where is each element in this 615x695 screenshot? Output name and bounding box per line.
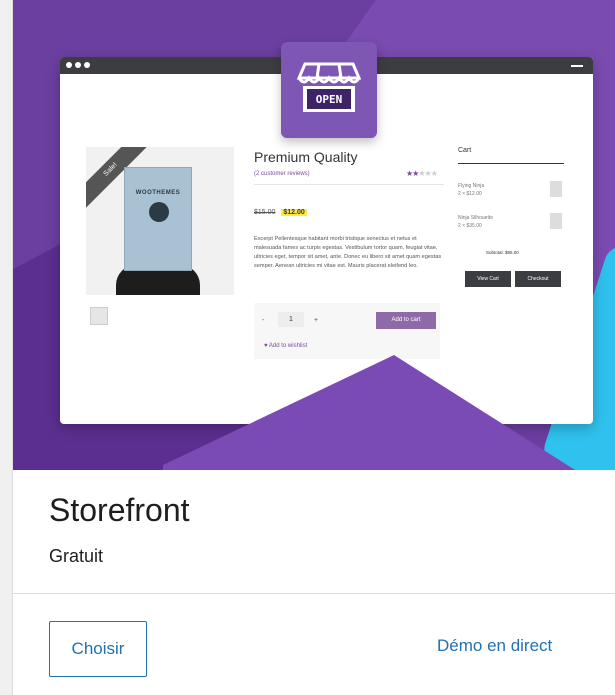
- old-price: $15.00: [254, 209, 276, 216]
- product-image: Sale! WOOTHEMES: [86, 147, 234, 295]
- sale-price: $12.00: [281, 209, 307, 216]
- product-title: Premium Quality: [254, 149, 358, 165]
- product-description: Excerpt Pellentesque habitant morbi tris…: [254, 236, 442, 269]
- choose-button[interactable]: Choisir: [49, 621, 147, 677]
- add-to-cart-form: - 1 + Add to cart ♥ Add to wishlist: [254, 303, 440, 359]
- divider: [458, 163, 564, 164]
- window-dot: [75, 62, 81, 68]
- window-dot: [66, 62, 72, 68]
- ninja-emblem-icon: [149, 202, 169, 222]
- add-to-cart-button: Add to cart: [376, 312, 436, 329]
- cart-subtotal: Subtotal: $95.00: [486, 250, 519, 255]
- minus-icon: -: [262, 317, 265, 324]
- star-rating-icon: ★★★★★: [406, 169, 438, 178]
- view-cart-button: View Cart: [465, 271, 511, 287]
- window-dot: [84, 62, 90, 68]
- cart-item-name: Flying Ninja: [458, 183, 485, 189]
- wishlist-label: Add to wishlist: [268, 343, 308, 349]
- cart-item-image: [550, 213, 562, 229]
- poster: WOOTHEMES: [124, 167, 192, 271]
- cart-item-image: [550, 181, 562, 197]
- cart-item-name: Ninja Silhouette: [458, 215, 494, 221]
- plus-icon: +: [314, 317, 319, 324]
- poster-text: WOOTHEMES: [135, 190, 181, 196]
- checkout-button: Checkout: [515, 271, 561, 287]
- open-shop-icon: OPEN: [281, 42, 377, 138]
- theme-name: Storefront: [49, 492, 190, 528]
- product-reviews-link: (2 customer reviews): [254, 171, 310, 177]
- cart-title: Cart: [458, 147, 472, 154]
- cart-item-qty: 2 × $35.00: [458, 223, 482, 229]
- product-price: $15.00 $12.00: [254, 209, 307, 216]
- divider: [254, 184, 444, 185]
- window-minimize-icon: [571, 65, 583, 67]
- theme-screenshot[interactable]: Sale! WOOTHEMES Premium Quality (2 custo…: [13, 0, 615, 470]
- live-demo-link[interactable]: Démo en direct: [437, 636, 552, 656]
- badge-text: OPEN: [316, 93, 343, 106]
- quantity-field: 1: [278, 312, 304, 327]
- product-thumbnail: [90, 307, 108, 325]
- theme-price: Gratuit: [49, 546, 104, 566]
- wishlist-link: ♥ Add to wishlist: [264, 343, 307, 349]
- theme-card: Sale! WOOTHEMES Premium Quality (2 custo…: [12, 0, 615, 695]
- divider: [13, 593, 615, 594]
- heart-icon: ♥: [264, 343, 268, 349]
- cart-item-qty: 2 × $12.00: [458, 191, 482, 197]
